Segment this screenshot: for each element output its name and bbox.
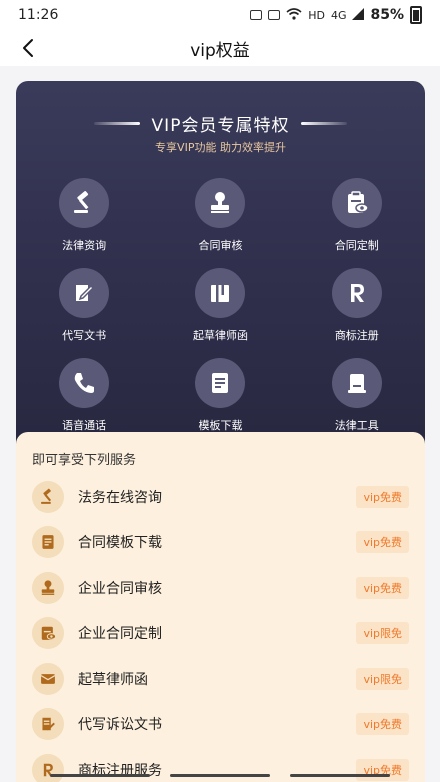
wifi-icon	[286, 7, 302, 23]
template-icon	[195, 358, 246, 408]
service-badge: vip免费	[356, 713, 409, 736]
privilege-label: 代写文书	[62, 329, 107, 342]
privilege-label: 模板下载	[198, 419, 243, 432]
decor-line-right	[301, 122, 348, 125]
service-badge: vip限免	[356, 622, 409, 645]
vip-title-row: VIP会员专属特权	[16, 111, 425, 136]
privilege-label: 法律资询	[62, 239, 107, 252]
service-name: 企业合同定制	[78, 626, 162, 643]
privilege-legal-consult[interactable]: 法律资询	[16, 178, 152, 253]
alarm-icon	[250, 10, 263, 20]
service-item-lawyer-letter[interactable]: 起草律师函 vip限免	[16, 656, 425, 702]
privilege-contract-custom[interactable]: 合同定制	[289, 178, 425, 253]
services-list: 法务在线咨询 vip免费 合同模板下载 vip免费 企业合同审核 vip免费 企…	[16, 474, 425, 782]
nav-bar: vip权益	[0, 30, 440, 66]
services-title: 即可享受下列服务	[32, 453, 137, 468]
nav-gesture-bar[interactable]	[50, 774, 150, 777]
book-icon	[195, 268, 246, 318]
privilege-legal-tools[interactable]: 法律工具	[289, 358, 425, 433]
vip-card-subtitle: 专享VIP功能 助力效率提升	[155, 141, 286, 154]
privilege-label: 语音通话	[62, 419, 107, 432]
service-badge: vip免费	[356, 576, 409, 599]
battery-percent: 85%	[370, 7, 404, 23]
service-name: 合同模板下载	[78, 535, 162, 552]
gavel-icon	[59, 178, 110, 228]
toolbox-icon	[331, 358, 382, 408]
service-badge: vip免费	[356, 531, 409, 554]
page-title: vip权益	[190, 40, 250, 61]
privilege-label: 商标注册	[334, 329, 379, 342]
privilege-label: 起草律师函	[192, 329, 248, 342]
service-item-template-download[interactable]: 合同模板下载 vip免费	[16, 520, 425, 566]
services-panel: 即可享受下列服务 法务在线咨询 vip免费 合同模板下载 vip免费 企业合同审…	[16, 432, 425, 782]
mute-icon	[268, 10, 281, 20]
status-icons: HD 4G 85%	[250, 6, 422, 24]
privilege-template-download[interactable]: 模板下载	[152, 358, 288, 433]
back-button[interactable]	[14, 34, 42, 62]
gavel-icon	[32, 480, 64, 513]
service-name: 企业合同审核	[78, 580, 162, 597]
privilege-voice-call[interactable]: 语音通话	[16, 358, 152, 433]
template-icon	[32, 526, 64, 559]
privilege-label: 合同定制	[334, 239, 379, 252]
vip-privileges-card: VIP会员专属特权 专享VIP功能 助力效率提升 法律资询 合同审核 合同定制	[16, 81, 425, 461]
service-item-legal-consult[interactable]: 法务在线咨询 vip免费	[16, 474, 425, 520]
service-item-litigation-writing[interactable]: 代写诉讼文书 vip免费	[16, 702, 425, 748]
service-badge: vip免费	[356, 485, 409, 508]
privilege-ghost-writing[interactable]: 代写文书	[16, 268, 152, 343]
stamp-icon	[32, 571, 64, 604]
clipboard-eye-icon	[331, 178, 382, 228]
stamp-icon	[195, 178, 246, 228]
decor-line-left	[93, 122, 140, 125]
service-name: 起草律师函	[78, 671, 148, 688]
service-item-contract-review[interactable]: 企业合同审核 vip免费	[16, 565, 425, 611]
service-item-contract-custom[interactable]: 企业合同定制 vip限免	[16, 611, 425, 657]
nav-gesture-bar[interactable]	[170, 774, 270, 777]
system-nav-bar[interactable]	[50, 774, 390, 778]
signal-label: 4G	[330, 8, 347, 22]
nav-gesture-bar[interactable]	[290, 774, 390, 777]
edit-document-icon	[59, 268, 110, 318]
clipboard-eye-icon	[32, 617, 64, 650]
privilege-label: 合同审核	[198, 239, 243, 252]
vip-card-title: VIP会员专属特权	[151, 116, 290, 136]
service-name: 代写诉讼文书	[78, 717, 162, 734]
chevron-left-icon	[23, 39, 33, 57]
phone-icon	[59, 358, 110, 408]
service-name: 法务在线咨询	[78, 489, 162, 506]
status-time: 11:26	[18, 7, 59, 23]
envelope-icon	[32, 662, 64, 695]
privilege-grid: 法律资询 合同审核 合同定制 代写文书 起草律师函 商标注册 语音通话 模板下载…	[16, 178, 425, 433]
network-label: HD	[308, 8, 325, 22]
privilege-trademark[interactable]: 商标注册	[289, 268, 425, 343]
privilege-lawyer-letter[interactable]: 起草律师函	[152, 268, 288, 343]
privilege-contract-review[interactable]: 合同审核	[152, 178, 288, 253]
service-badge: vip限免	[356, 667, 409, 690]
signal-icon	[352, 7, 365, 23]
edit-document-icon	[32, 708, 64, 741]
trademark-r-icon	[331, 268, 382, 318]
privilege-label: 法律工具	[334, 419, 379, 432]
status-bar: 11:26 HD 4G 85%	[0, 0, 440, 30]
battery-icon	[410, 6, 422, 24]
